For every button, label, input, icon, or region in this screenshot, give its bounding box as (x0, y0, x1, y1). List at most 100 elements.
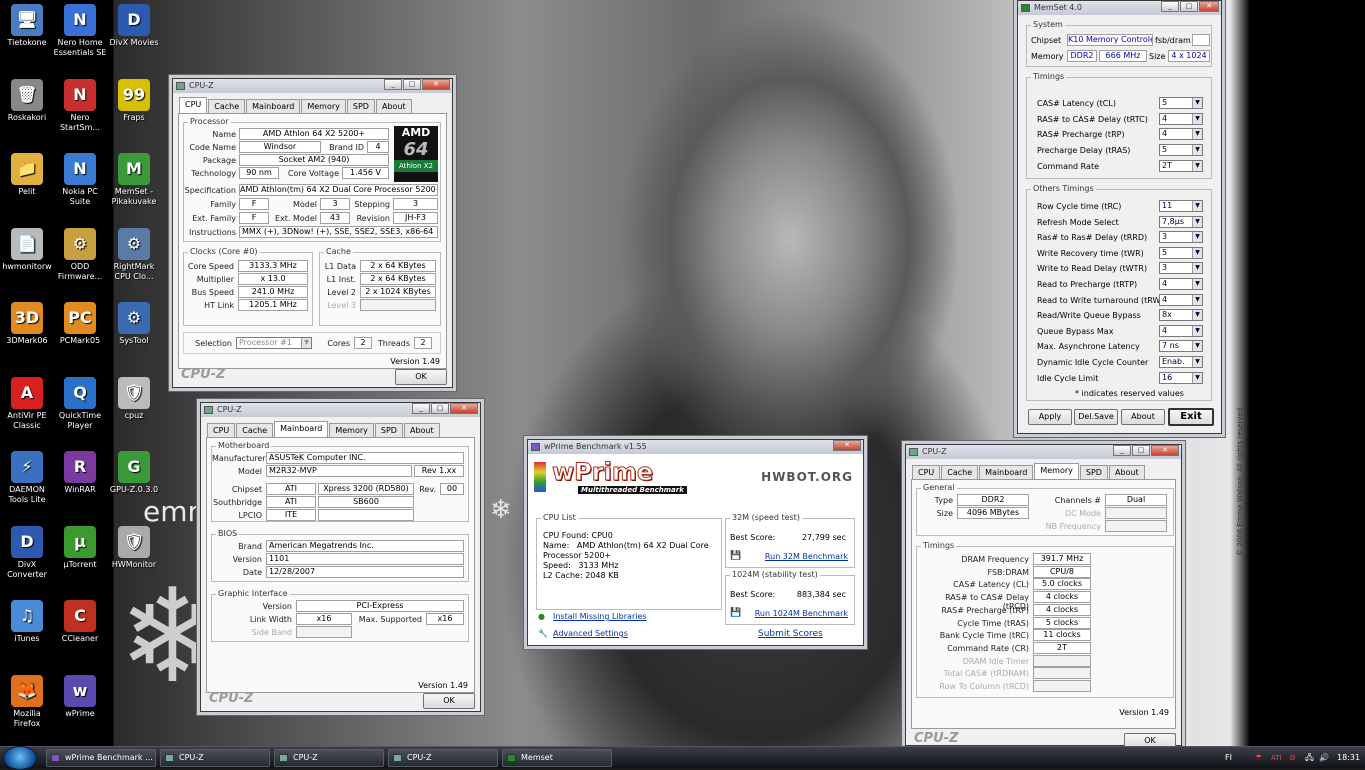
cpuz-mainboard-window[interactable]: CPU-Z _ □ ✕ CPU Cache Mainboard Memory SPD Abou… (200, 402, 481, 712)
close-button[interactable]: ✕ (450, 403, 478, 414)
desktop-icon[interactable]: w wPrime (53, 674, 107, 719)
taskbar-item-memset[interactable]: Memset (502, 749, 612, 767)
timing-select[interactable]: 5 ▼ (1159, 144, 1203, 157)
timing-select[interactable]: 7,8µs ▼ (1159, 215, 1203, 228)
timing-select[interactable]: 4 ▼ (1159, 112, 1203, 125)
desktop-icon[interactable]: Q QuickTime Player (53, 376, 107, 431)
title-bar[interactable]: MemSet 4.0 _ □ ✕ (1018, 1, 1221, 15)
taskbar-item-cpuz[interactable]: CPU-Z (160, 749, 270, 767)
cpuz-memory-window[interactable]: CPU-Z _ □ ✕ CPU Cache Mainboard Memory SPD Abou… (905, 444, 1182, 749)
advanced-settings-link[interactable]: Advanced Settings (553, 629, 628, 638)
tab-about[interactable]: About (403, 423, 440, 437)
desktop-icon[interactable]: 🛡 HWMonitor (107, 525, 161, 570)
tab-cache[interactable]: Cache (208, 99, 246, 113)
tab-spd[interactable]: SPD (1079, 465, 1108, 479)
timing-select[interactable]: 4 ▼ (1159, 324, 1203, 337)
antivir-tray-icon[interactable]: ☂ (1255, 747, 1262, 769)
minimize-button[interactable]: _ (1161, 1, 1179, 12)
desktop-icon[interactable]: D DivX Movies (107, 4, 161, 48)
timing-select[interactable]: 11 ▼ (1159, 200, 1203, 212)
ok-button[interactable]: OK (395, 369, 447, 385)
close-button[interactable]: ✕ (422, 79, 450, 90)
install-libraries-link[interactable]: Install Missing Libraries (553, 612, 647, 621)
tab-spd[interactable]: SPD (374, 423, 403, 437)
timing-select[interactable]: 4 ▼ (1159, 293, 1203, 306)
floppy-icon[interactable]: 💾 (730, 551, 741, 561)
clock[interactable]: 18:31 (1337, 747, 1360, 769)
desktop-icon[interactable]: M MemSet - Pikakuvake (107, 153, 161, 207)
title-bar[interactable]: CPU-Z _ □ ✕ (906, 445, 1181, 459)
apply-button[interactable]: Apply (1028, 409, 1072, 425)
timing-select[interactable]: 5 ▼ (1159, 246, 1203, 259)
desktop-icon[interactable]: ⚡ DAEMON Tools Lite (0, 451, 54, 505)
timing-select[interactable]: 5 ▼ (1159, 97, 1203, 109)
minimize-button[interactable]: _ (1113, 445, 1131, 456)
cpuz-cpu-window[interactable]: CPU-Z _ □ ✕ CPU Cache Mainboard Memory SPD Abou… (172, 78, 453, 388)
title-bar[interactable]: wPrime Benchmark v1.55 ✕ (528, 440, 863, 454)
desktop-icon[interactable]: A AntiVir PE Classic (0, 376, 54, 431)
timing-select[interactable]: 4 ▼ (1159, 128, 1203, 141)
desktop-icon[interactable]: PC PCMark05 (53, 302, 107, 346)
desktop-icon[interactable]: µ µTorrent (53, 525, 107, 570)
desktop-icon[interactable]: 🦊 Mozilla Firefox (0, 674, 54, 729)
submit-scores-link[interactable]: Submit Scores (758, 629, 823, 639)
language-indicator[interactable]: FI (1225, 747, 1232, 769)
del-save-button[interactable]: Del.Save (1074, 409, 1118, 425)
wprime-window[interactable]: wPrime Benchmark v1.55 ✕ wPrime Multithr… (527, 439, 864, 646)
desktop-icon[interactable]: 📁 Pelit (0, 153, 54, 197)
maximize-button[interactable]: □ (431, 403, 449, 414)
desktop-icon[interactable]: 99 Fraps (107, 78, 161, 123)
minimize-button[interactable]: _ (384, 79, 402, 90)
title-bar[interactable]: CPU-Z _ □ ✕ (173, 79, 452, 93)
timing-select[interactable]: 7 ns ▼ (1159, 340, 1203, 353)
desktop-icon[interactable]: G GPU-Z.0.3.0 (107, 451, 161, 495)
maximize-button[interactable]: □ (1180, 1, 1198, 12)
desktop-icon[interactable]: ⚙ ODD Firmware... (53, 227, 107, 282)
taskbar-item-wprime[interactable]: wPrime Benchmark ... (46, 749, 156, 767)
tab-cache[interactable]: Cache (941, 465, 979, 479)
tab-mainboard[interactable]: Mainboard (274, 421, 329, 437)
desktop-icon[interactable]: 3D 3DMark06 (0, 302, 54, 346)
desktop-icon[interactable]: 🗑 Roskakori (0, 78, 54, 123)
desktop-icon[interactable]: ⚙ SysTool (107, 302, 161, 346)
timing-select[interactable]: 3 ▼ (1159, 231, 1203, 244)
desktop-icon[interactable]: ⚙ RightMark CPU Clo... (107, 227, 161, 282)
timing-select[interactable]: 2T ▼ (1159, 159, 1203, 172)
run-32m-link[interactable]: Run 32M Benchmark (765, 552, 848, 561)
tab-about[interactable]: About (375, 99, 412, 113)
tab-cache[interactable]: Cache (236, 423, 274, 437)
about-button[interactable]: About (1121, 409, 1165, 425)
no-network-icon[interactable]: ⊘ (1289, 747, 1296, 769)
timing-select[interactable]: Enab. ▼ (1159, 356, 1203, 368)
tab-mainboard[interactable]: Mainboard (246, 99, 301, 113)
desktop-icon[interactable]: N Nero StartSm... (53, 78, 107, 133)
tab-memory[interactable]: Memory (1034, 463, 1079, 479)
desktop-icon[interactable]: 📄 hwmonitorw (0, 227, 54, 272)
network-icon[interactable]: 🖧 (1305, 747, 1314, 769)
maximize-button[interactable]: □ (403, 79, 421, 90)
desktop-icon[interactable]: ♫ iTunes (0, 600, 54, 644)
desktop-icon[interactable]: N Nokia PC Suite (53, 153, 107, 207)
timing-select[interactable]: 4 ▼ (1159, 278, 1203, 290)
close-button[interactable]: ✕ (1151, 445, 1179, 456)
desktop-icon[interactable]: N Nero Home Essentials SE (53, 4, 107, 58)
processor-select[interactable]: Processor #1 ▼ (236, 337, 312, 349)
tab-memory[interactable]: Memory (329, 423, 374, 437)
timing-select[interactable]: 3 ▼ (1159, 262, 1203, 275)
tab-about[interactable]: About (1108, 465, 1145, 479)
close-button[interactable]: ✕ (1199, 1, 1219, 12)
ati-tray-icon[interactable]: ATI (1271, 747, 1282, 769)
timing-select[interactable]: 8x ▼ (1159, 309, 1203, 322)
floppy-icon[interactable]: 💾 (730, 608, 741, 618)
exit-button[interactable]: Exit (1168, 408, 1214, 426)
desktop-icon[interactable]: C CCleaner (53, 600, 107, 644)
close-button[interactable]: ✕ (833, 440, 861, 451)
start-button[interactable] (3, 746, 37, 770)
title-bar[interactable]: CPU-Z _ □ ✕ (201, 403, 480, 417)
volume-icon[interactable]: 🔊 (1319, 747, 1329, 769)
desktop-icon[interactable]: 🛡 cpuz (107, 376, 161, 421)
tab-cpu[interactable]: CPU (179, 97, 208, 113)
desktop-icon[interactable]: R WinRAR (53, 451, 107, 495)
run-1024m-link[interactable]: Run 1024M Benchmark (755, 609, 848, 618)
desktop-icon[interactable]: 🖥 Tietokone (0, 4, 54, 48)
